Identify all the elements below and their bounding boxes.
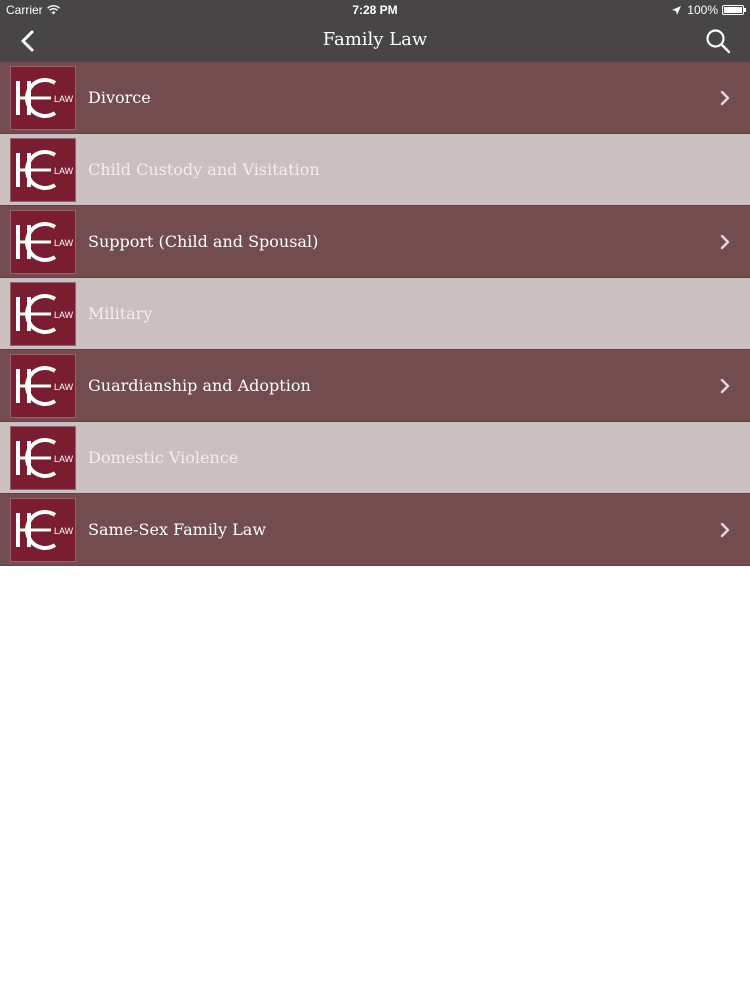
list-item-label: Support (Child and Spousal) (88, 232, 319, 251)
svg-text:LAW: LAW (54, 94, 74, 104)
page-title: Family Law (322, 29, 428, 50)
list-item-guardianship[interactable]: LAW Guardianship and Adoption (0, 350, 750, 422)
list-item-label: Domestic Violence (88, 448, 239, 467)
list-item-label: Child Custody and Visitation (88, 160, 320, 179)
list-item-label: Guardianship and Adoption (88, 376, 311, 395)
hc-law-logo: LAW (10, 282, 76, 346)
list-item-label: Military (88, 304, 153, 323)
chevron-right-icon (720, 234, 730, 250)
svg-text:LAW: LAW (54, 166, 74, 176)
svg-text:LAW: LAW (54, 310, 74, 320)
navigation-bar: Family Law (0, 20, 750, 62)
svg-text:LAW: LAW (54, 526, 74, 536)
status-right: 100% (672, 3, 746, 17)
list-item-domestic-violence[interactable]: LAW Domestic Violence (0, 422, 750, 494)
list-item-military[interactable]: LAW Military (0, 278, 750, 350)
list-item-same-sex-family-law[interactable]: LAW Same-Sex Family Law (0, 494, 750, 566)
status-time: 7:28 PM (352, 3, 398, 17)
hc-law-logo: LAW (10, 426, 76, 490)
chevron-right-icon (720, 90, 730, 106)
svg-text:LAW: LAW (54, 454, 74, 464)
hc-law-logo: LAW (10, 354, 76, 418)
hc-law-logo: LAW (10, 210, 76, 274)
list-item-child-custody[interactable]: LAW Child Custody and Visitation (0, 134, 750, 206)
location-icon (672, 5, 682, 15)
chevron-right-icon (720, 522, 730, 538)
hc-law-logo: LAW (10, 138, 76, 202)
practice-area-list: LAW Divorce LAW Child Custody and Visita… (0, 62, 750, 566)
battery-icon (722, 5, 746, 15)
search-icon[interactable] (704, 27, 732, 55)
list-item-label: Divorce (88, 88, 151, 107)
svg-text:LAW: LAW (54, 238, 74, 248)
hc-law-logo: LAW (10, 498, 76, 562)
svg-text:LAW: LAW (54, 382, 74, 392)
list-item-divorce[interactable]: LAW Divorce (0, 62, 750, 134)
chevron-right-icon (720, 378, 730, 394)
status-bar: Carrier 7:28 PM 100% (0, 0, 750, 20)
hc-law-logo: LAW (10, 66, 76, 130)
list-item-label: Same-Sex Family Law (88, 520, 267, 539)
battery-percent: 100% (687, 3, 718, 17)
list-item-support[interactable]: LAW Support (Child and Spousal) (0, 206, 750, 278)
